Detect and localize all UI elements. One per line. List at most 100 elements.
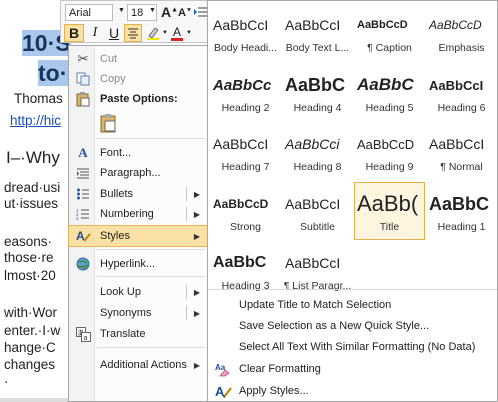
mini-toolbar: Arial ▼ 18 ▼ A▲ A▼ B I U ▼ A ▼ <box>60 0 209 43</box>
style-preview: AaBbCcI <box>285 255 341 271</box>
style-name: Heading 1 <box>437 221 486 233</box>
select-similar-formatting-command[interactable]: Select All Text With Similar Formatting … <box>208 337 497 357</box>
copy-icon <box>75 71 91 87</box>
numbering-icon: 123 <box>75 206 91 222</box>
shrink-font-icon[interactable]: A▼ <box>178 7 192 19</box>
underline-button[interactable]: U <box>105 24 123 42</box>
menu-item-label: Synonyms <box>100 307 152 319</box>
style-name: Heading 2 <box>221 102 270 114</box>
menu-item-numbering[interactable]: 123 Numbering ▶ <box>69 204 207 224</box>
style-heading-8[interactable]: AaBbCci Heading 8 <box>282 122 353 180</box>
bold-button[interactable]: B <box>64 24 84 42</box>
menu-item-paragraph[interactable]: Paragraph... <box>69 163 207 183</box>
style-heading-7[interactable]: AaBbCcI Heading 7 <box>210 122 281 180</box>
style-preview: AaBbCc <box>213 76 272 94</box>
style-name: ¶ List Paragr... <box>283 280 352 292</box>
style-heading-9[interactable]: AaBbCcD Heading 9 <box>354 122 425 180</box>
update-style-command[interactable]: Update Title to Match Selection <box>208 295 497 315</box>
doc-heading: I–·Why <box>6 148 60 167</box>
menu-item-cut[interactable]: ✂ Cut <box>69 49 207 69</box>
font-color-button[interactable]: A <box>169 24 185 42</box>
style-heading-3[interactable]: AaBbC Heading 3 <box>210 241 281 299</box>
menu-item-additional-actions[interactable]: Additional Actions ▶ <box>69 355 207 375</box>
menu-item-styles[interactable]: A Styles ▶ <box>68 225 208 247</box>
apply-styles-icon: A <box>214 382 232 400</box>
menu-item-hyperlink[interactable]: Hyperlink... <box>69 254 207 274</box>
font-color-bar <box>171 37 183 41</box>
style-preview: AaBbCcI <box>213 136 269 152</box>
font-size-dropdown-icon[interactable]: ▼ <box>149 7 156 14</box>
style-body-text[interactable]: AaBbCcI Body Text L... <box>282 3 353 61</box>
style-heading-6[interactable]: AaBbCcI Heading 6 <box>426 63 497 121</box>
gallery-separator <box>208 289 497 290</box>
style-heading-1[interactable]: AaBbC Heading 1 <box>426 182 497 240</box>
style-heading-4[interactable]: AaBbC Heading 4 <box>282 63 353 121</box>
scissors-icon: ✂ <box>77 51 89 66</box>
center-align-button[interactable] <box>124 24 142 42</box>
command-label: Apply Styles... <box>239 385 309 397</box>
menu-item-label: Cut <box>100 53 118 65</box>
style-body-heading[interactable]: AaBbCcI Body Headi... <box>210 3 281 61</box>
style-list-paragraph[interactable]: AaBbCcI ¶ List Paragr... <box>282 241 353 299</box>
style-preview: AaBbCcD <box>213 197 269 211</box>
style-preview: AaBbCcD <box>357 19 408 31</box>
submenu-arrow-icon[interactable]: ▶ <box>194 190 200 199</box>
doc-line: lmost·20 <box>4 268 56 283</box>
doc-line: enter.·I·w <box>4 323 61 338</box>
menu-item-look-up[interactable]: Look Up ▶ <box>69 282 207 302</box>
split-divider <box>186 306 187 320</box>
font-icon: A <box>78 145 88 160</box>
indent-icon[interactable] <box>194 6 208 18</box>
highlight-button[interactable] <box>144 24 162 42</box>
save-quick-style-command[interactable]: Save Selection as a New Quick Style... <box>208 316 497 336</box>
highlight-dropdown-icon[interactable]: ▼ <box>161 24 169 42</box>
doc-line: those·re <box>4 250 54 265</box>
split-divider <box>186 285 187 299</box>
paste-option-keep-text[interactable] <box>69 109 207 135</box>
doc-line: changes <box>4 357 56 372</box>
style-title[interactable]: AaBb( Title <box>354 182 425 240</box>
font-size-value: 18 <box>131 7 144 19</box>
submenu-arrow-icon[interactable]: ▶ <box>194 309 200 318</box>
submenu-arrow-icon[interactable]: ▶ <box>194 288 200 297</box>
menu-item-font[interactable]: A Font... <box>69 143 207 163</box>
font-name-box[interactable]: Arial <box>65 4 113 21</box>
style-name: Title <box>379 221 400 233</box>
style-heading-2[interactable]: AaBbCc Heading 2 <box>210 63 281 121</box>
menu-item-label: Paragraph... <box>100 167 161 179</box>
font-name-dropdown-icon[interactable]: ▼ <box>118 7 125 14</box>
style-subtitle[interactable]: AaBbCcI Subtitle <box>282 182 353 240</box>
submenu-arrow-icon[interactable]: ▶ <box>194 210 200 219</box>
style-normal[interactable]: AaBbCcI ¶ Normal <box>426 122 497 180</box>
menu-item-copy[interactable]: Copy <box>69 69 207 89</box>
paragraph-icon <box>75 165 91 181</box>
font-color-dropdown-icon[interactable]: ▼ <box>185 24 193 42</box>
menu-item-label: Bullets <box>100 188 134 200</box>
menu-item-bullets[interactable]: Bullets ▶ <box>69 184 207 204</box>
style-name: ¶ Caption <box>367 42 412 54</box>
menu-item-label: Hyperlink... <box>100 258 156 270</box>
doc-link[interactable]: http://hic <box>10 113 61 128</box>
svg-text:3: 3 <box>76 216 79 221</box>
style-emphasis[interactable]: AaBbCcD Emphasis <box>426 3 497 61</box>
style-name: Emphasis <box>438 42 485 54</box>
style-strong[interactable]: AaBbCcD Strong <box>210 182 281 240</box>
style-name: Body Headi... <box>213 42 278 54</box>
style-name: Strong <box>230 221 261 233</box>
style-heading-5[interactable]: AaBbC Heading 5 <box>354 63 425 121</box>
menu-item-label: Look Up <box>100 286 141 298</box>
style-caption[interactable]: AaBbCcD ¶ Caption <box>354 3 425 61</box>
style-name: Heading 7 <box>221 161 270 173</box>
italic-button[interactable]: I <box>86 24 104 42</box>
menu-item-paste-options: Paste Options: <box>69 89 207 109</box>
apply-styles-command[interactable]: A Apply Styles... <box>208 381 497 401</box>
style-name: Body Text L... <box>285 42 350 54</box>
doc-line: · <box>4 374 9 389</box>
styles-gallery-panel: AaBbCcI Body Headi... AaBbCcI Body Text … <box>207 0 498 402</box>
clear-formatting-command[interactable]: Aa Clear Formatting <box>208 359 497 379</box>
menu-item-translate[interactable]: あa Translate <box>69 324 207 344</box>
menu-item-synonyms[interactable]: Synonyms ▶ <box>69 303 207 323</box>
doc-line: hange·C <box>4 340 56 355</box>
font-name-value: Arial <box>69 7 92 19</box>
grow-font-icon[interactable]: A▲ <box>161 4 178 20</box>
